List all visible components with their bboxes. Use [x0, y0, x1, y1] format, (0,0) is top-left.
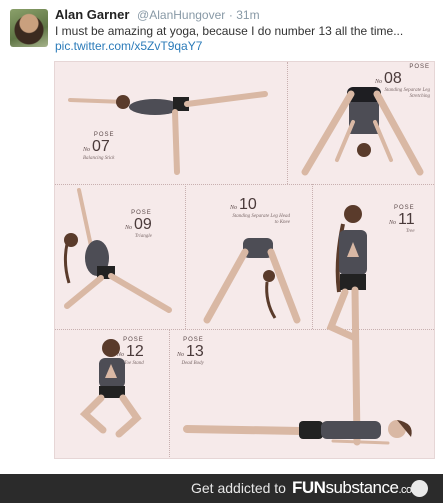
tweet-header: Alan Garner @AlanHungover · 31m I must b…	[0, 0, 443, 58]
tweet-text: I must be amazing at yoga, because I do …	[55, 24, 404, 38]
avatar[interactable]	[10, 9, 48, 47]
pose-12-figure	[79, 339, 142, 438]
funsubstance-logo-icon	[411, 480, 428, 497]
pose-10-label: No 10 Standing Separate Leg Head to Knee	[230, 196, 290, 226]
pose-desc: Dead Body	[181, 361, 204, 366]
pose-09-figure	[63, 188, 172, 313]
tweet-image-link[interactable]: pic.twitter.com/x5ZvT9qaY7	[55, 39, 202, 53]
brand-bold: FUN	[292, 478, 326, 497]
pose-13-figure	[183, 420, 412, 445]
pose-number: 10	[239, 196, 257, 213]
footer-banner: Get addicted to FUNsubstance.com	[0, 474, 443, 503]
poster-divider	[185, 184, 186, 329]
brand-light: substance	[325, 478, 399, 497]
yoga-poster-image[interactable]: POSE No 07 Balancing Stick POSE No 08 Stan…	[54, 61, 435, 459]
author-name[interactable]: Alan Garner	[55, 7, 129, 22]
pose-08-figure	[301, 87, 424, 176]
pose-no: No	[230, 205, 238, 211]
pose-number: 11	[398, 211, 415, 228]
poster-divider	[169, 329, 170, 457]
tweet-time[interactable]: · 31m	[229, 8, 260, 22]
poster-divider	[55, 184, 434, 185]
footer-tagline: Get addicted to	[191, 480, 286, 496]
poster-divider	[287, 62, 288, 184]
author-handle[interactable]: @AlanHungover	[137, 8, 225, 22]
funsubstance-logo[interactable]: FUNsubstance.com	[292, 478, 421, 498]
pose-07-figure	[68, 91, 268, 175]
pose-10-figure	[203, 238, 301, 324]
pose-13-label: POSE No 13 Dead Body	[177, 337, 204, 367]
pose-desc: Standing Separate Leg Head to Knee	[232, 214, 290, 225]
author-line: Alan Garner @AlanHungover · 31m	[55, 7, 260, 22]
pose-no: No	[177, 352, 185, 358]
pose-number: 13	[186, 343, 204, 360]
poster-divider	[312, 184, 313, 329]
